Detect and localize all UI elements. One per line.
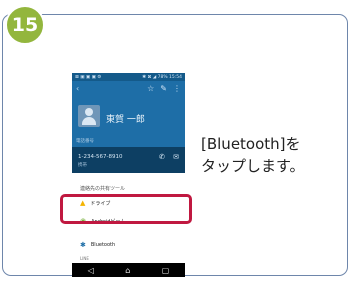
message-icon[interactable]: ✉ [173,153,179,161]
share-item-label: Bluetooth [90,242,116,248]
edit-icon[interactable]: ✎ [160,84,167,93]
phone-number-row[interactable]: 1-234-567-8910 携帯 ✆ ✉ [72,147,185,173]
instruction-line-1: [Bluetooth]を [201,135,301,153]
contact-subtitle: 電話番号 [76,139,94,144]
status-left: ⊠ ▣ ▣ ▣ ⚙ [75,74,102,80]
header-actions: ☆ ✎ ⋮ [147,84,181,93]
status-right: ✱ ⊠ ◢ 78% 15:54 [142,74,182,80]
phone-screenshot: ⊠ ▣ ▣ ▣ ⚙ ✱ ⊠ ◢ 78% 15:54 ‹ ☆ ✎ ⋮ 東賀 一郎 … [72,73,185,277]
bluetooth-icon: ✱ [80,240,86,249]
star-icon[interactable]: ☆ [147,84,154,93]
share-sheet-title: 連絡先の共有ツール [80,186,126,192]
instruction-text: [Bluetooth]を タップします。 [201,133,341,177]
contact-header: ‹ ☆ ✎ ⋮ 東賀 一郎 電話番号 [72,81,185,147]
share-item-line[interactable]: LINE [80,254,176,262]
nav-home-icon[interactable]: ⌂ [125,266,130,275]
share-item-bluetooth[interactable]: ✱ Bluetooth [80,239,176,251]
step-number-badge: 15 [5,5,45,45]
contact-name: 東賀 一郎 [106,115,145,125]
more-vert-icon[interactable]: ⋮ [173,84,181,93]
step-card: ⊠ ▣ ▣ ▣ ⚙ ✱ ⊠ ◢ 78% 15:54 ‹ ☆ ✎ ⋮ 東賀 一郎 … [2,14,348,277]
android-nav-bar: ◁ ⌂ ▢ [72,263,185,277]
share-item-label: LINE [80,255,89,261]
nav-recent-icon[interactable]: ▢ [162,266,170,275]
call-icon[interactable]: ✆ [159,153,165,161]
nav-back-icon[interactable]: ◁ [88,266,94,275]
phone-type: 携帯 [78,163,87,168]
avatar [78,105,100,127]
bluetooth-highlight-frame [60,194,192,224]
instruction-line-2: タップします。 [201,157,305,176]
phone-number: 1-234-567-8910 [78,154,123,160]
status-bar: ⊠ ▣ ▣ ▣ ⚙ ✱ ⊠ ◢ 78% 15:54 [72,73,185,81]
back-arrow-icon[interactable]: ‹ [76,84,79,93]
